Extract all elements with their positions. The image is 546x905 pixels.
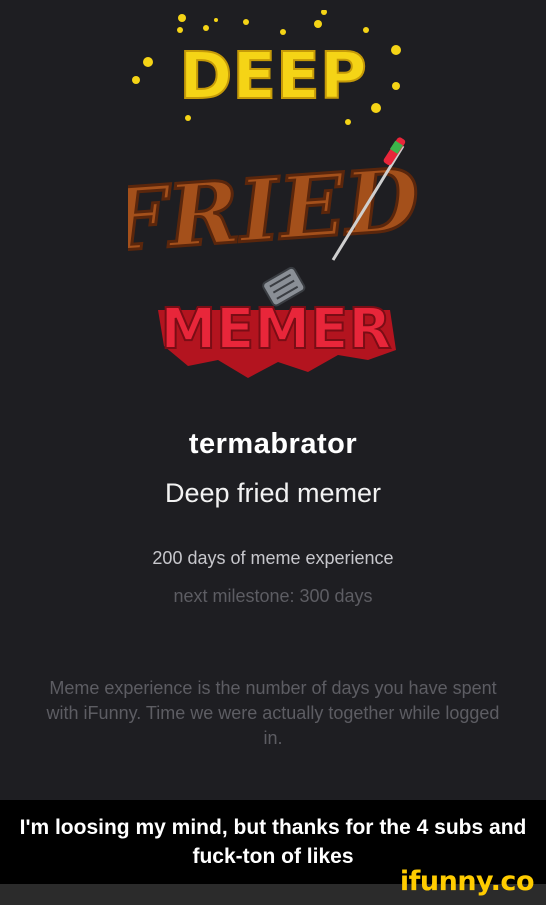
badge-artwork: DEEP FRIED MEMER bbox=[99, 9, 424, 378]
deep-fried-memer-badge: DEEP FRIED MEMER bbox=[99, 9, 424, 390]
next-milestone: next milestone: 300 days bbox=[173, 586, 373, 606]
username: termabrator bbox=[188, 428, 358, 460]
badge-word-fried: FRIED bbox=[128, 149, 418, 272]
profile-screen: DEEP FRIED MEMER termabrator Deep fried … bbox=[0, 0, 546, 800]
badge-word-memer: MEMER bbox=[160, 297, 391, 362]
experience-explanation: Meme experience is the number of days yo… bbox=[46, 678, 500, 748]
ifunny-watermark: ifunny.co bbox=[399, 866, 535, 897]
meme-experience: 200 days of meme experience bbox=[152, 548, 394, 568]
badge-word-deep: DEEP bbox=[179, 40, 366, 114]
rank-title: Deep fried memer bbox=[164, 478, 382, 508]
